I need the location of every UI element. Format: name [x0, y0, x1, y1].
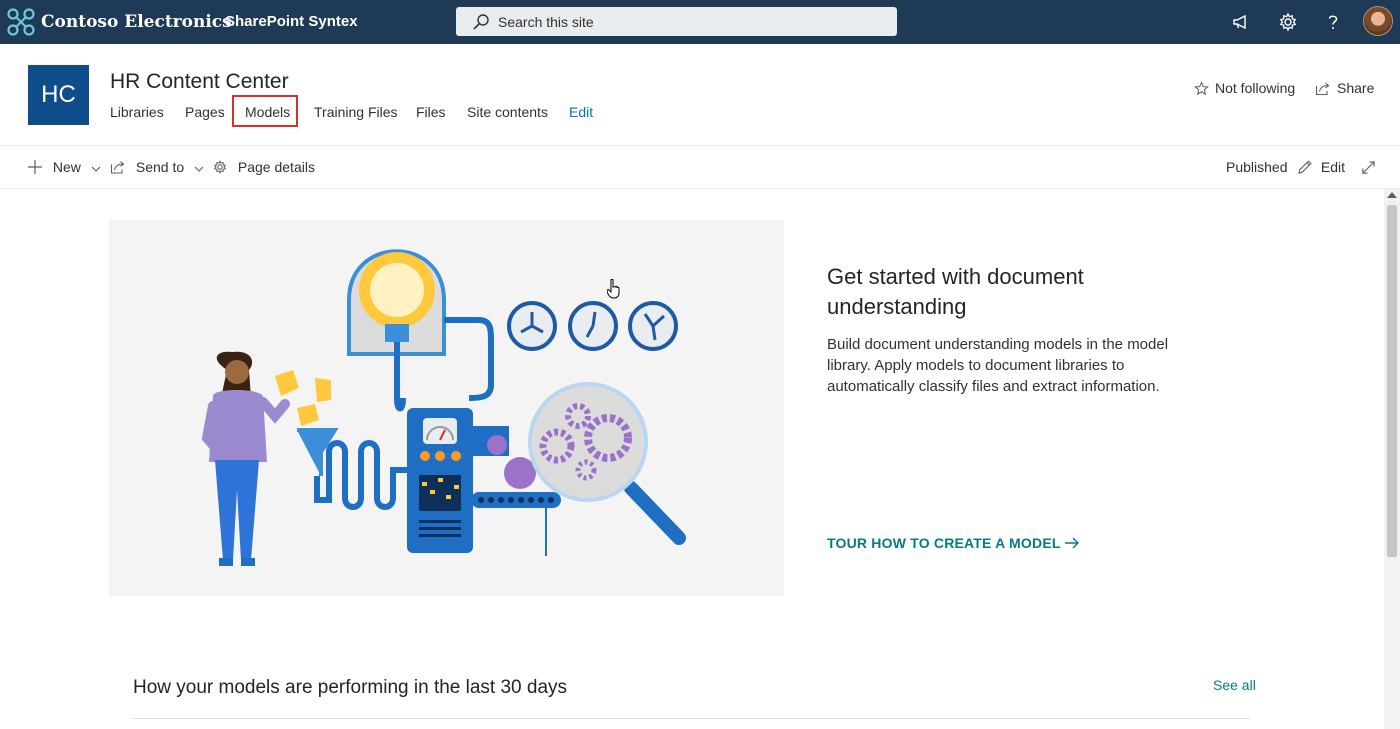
command-bar-divider	[0, 188, 1400, 189]
hero-illustration	[109, 220, 784, 596]
arrow-right-icon	[1065, 537, 1080, 549]
chevron-down-icon	[91, 166, 101, 172]
hero-description: Build document understanding models in t…	[827, 336, 1169, 395]
share-button[interactable]: Share	[1315, 80, 1374, 96]
see-all-link[interactable]: See all	[1213, 677, 1256, 693]
header-divider	[0, 145, 1400, 146]
follow-label: Not following	[1215, 80, 1296, 96]
plus-icon	[28, 160, 42, 174]
share-icon	[1315, 82, 1330, 96]
tour-link-label: TOUR HOW TO CREATE A MODEL	[827, 535, 1061, 551]
models-highlight-box	[232, 95, 298, 127]
avatar[interactable]	[1363, 6, 1393, 36]
chevron-down-icon	[194, 166, 204, 172]
contoso-logo-icon[interactable]	[6, 7, 36, 37]
nav-training-files[interactable]: Training Files	[314, 104, 398, 120]
page-scrollbar[interactable]	[1384, 189, 1400, 729]
nav-pages[interactable]: Pages	[185, 104, 225, 120]
share-label: Share	[1337, 80, 1375, 96]
nav-edit[interactable]: Edit	[569, 104, 593, 120]
help-icon[interactable]	[1322, 11, 1344, 33]
search-icon	[473, 14, 489, 30]
new-button[interactable]: New	[27, 159, 102, 175]
org-name[interactable]: Contoso Electronics	[41, 12, 232, 32]
publish-status: Published	[1226, 159, 1288, 175]
page-details-button[interactable]: Page details	[212, 159, 315, 175]
expand-icon	[1362, 161, 1375, 174]
pencil-icon	[1298, 160, 1312, 174]
send-to-label: Send to	[135, 159, 185, 175]
hero-title: Get started with document understanding	[827, 264, 1084, 319]
follow-button[interactable]: Not following	[1194, 80, 1295, 96]
megaphone-icon[interactable]	[1231, 11, 1253, 33]
gear-icon[interactable]	[1277, 11, 1299, 33]
expand-button[interactable]	[1361, 159, 1376, 175]
search-placeholder: Search this site	[498, 14, 594, 30]
pointer-cursor-icon	[607, 279, 620, 299]
nav-libraries[interactable]: Libraries	[110, 104, 164, 120]
edit-button[interactable]: Edit	[1297, 159, 1345, 175]
performance-divider	[133, 718, 1250, 719]
scroll-up-icon[interactable]	[1387, 192, 1397, 198]
send-to-button[interactable]: Send to	[110, 159, 205, 175]
model-machine-illustration	[201, 249, 686, 566]
nav-files[interactable]: Files	[416, 104, 446, 120]
tour-link[interactable]: TOUR HOW TO CREATE A MODEL	[827, 535, 1080, 551]
gear-icon	[213, 160, 227, 174]
page-details-label: Page details	[237, 159, 315, 175]
new-label: New	[52, 159, 81, 175]
edit-label: Edit	[1320, 159, 1346, 175]
site-logo[interactable]: HC	[28, 65, 89, 125]
nav-site-contents[interactable]: Site contents	[467, 104, 548, 120]
star-icon	[1194, 81, 1209, 96]
send-icon	[110, 161, 125, 174]
performance-title: How your models are performing in the la…	[133, 677, 568, 698]
scroll-thumb[interactable]	[1387, 205, 1397, 557]
search-input[interactable]: Search this site	[456, 7, 897, 36]
app-name[interactable]: SharePoint Syntex	[225, 13, 358, 30]
site-title[interactable]: HR Content Center	[110, 70, 289, 94]
suite-bar: Contoso Electronics SharePoint Syntex Se…	[0, 0, 1400, 44]
